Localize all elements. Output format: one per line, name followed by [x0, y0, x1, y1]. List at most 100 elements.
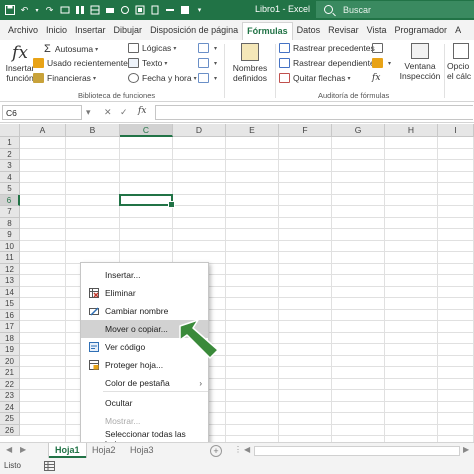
redo-icon[interactable]: ↷	[44, 3, 55, 17]
text-button[interactable]: Texto ▾	[128, 58, 167, 68]
cancel-icon[interactable]: ✕	[104, 107, 112, 118]
error-check-button[interactable]: ▾	[372, 58, 391, 68]
row-header-23[interactable]: 23	[0, 390, 20, 402]
qa-icon-2[interactable]	[74, 3, 85, 17]
row-header-17[interactable]: 17	[0, 321, 20, 333]
sheet-tab-hoja3[interactable]: Hoja3	[124, 443, 160, 458]
tab-revisar[interactable]: Revisar	[324, 25, 363, 40]
menu-item-eliminar[interactable]: Eliminar	[81, 284, 208, 302]
row-header-5[interactable]: 5	[0, 183, 20, 195]
menu-item-color-de-pestaña[interactable]: Color de pestaña ›	[81, 374, 208, 392]
column-header-c[interactable]: C	[120, 124, 173, 137]
column-header-a[interactable]: A	[20, 124, 66, 137]
add-sheet-button[interactable]: +	[210, 445, 222, 457]
row-header-6[interactable]: 6	[0, 194, 20, 206]
row-header-1[interactable]: 1	[0, 137, 20, 149]
tab-archivo[interactable]: Archivo	[4, 25, 42, 40]
macro-record-icon[interactable]	[44, 461, 55, 471]
tab-more[interactable]: A	[451, 25, 465, 40]
trace-dependents-button[interactable]: Rastrear dependientes	[279, 58, 379, 68]
next-sheet-icon[interactable]: ▶	[20, 445, 26, 454]
row-header-15[interactable]: 15	[0, 298, 20, 310]
row-header-12[interactable]: 12	[0, 263, 20, 275]
worksheet-grid[interactable]: A B C D E F G H I 1 2 3 4 5 6 7 8 9 10 11 12 13 14 15 16 17 18 19 20…	[0, 124, 474, 442]
tab-programador[interactable]: Programador	[391, 25, 452, 40]
undo-dropdown-icon[interactable]: ▾	[34, 3, 40, 17]
row-header-20[interactable]: 20	[0, 355, 20, 367]
horizontal-scrollbar[interactable]	[254, 446, 460, 456]
row-header-4[interactable]: 4	[0, 171, 20, 183]
tab-vista[interactable]: Vista	[363, 25, 391, 40]
customize-icon[interactable]: ▾	[194, 3, 205, 17]
column-header-d[interactable]: D	[173, 124, 226, 137]
row-header-3[interactable]: 3	[0, 160, 20, 172]
row-header-11[interactable]: 11	[0, 252, 20, 264]
logical-button[interactable]: Lógicas ▾	[128, 43, 176, 53]
sheet-tab-hoja1[interactable]: Hoja1	[49, 443, 86, 458]
row-header-14[interactable]: 14	[0, 286, 20, 298]
more-functions-button[interactable]: ▾	[198, 73, 217, 83]
prev-sheet-icon[interactable]: ◀	[6, 445, 12, 454]
watch-window-button[interactable]: Ventana Inspección	[398, 43, 442, 81]
column-header-h[interactable]: H	[385, 124, 438, 137]
qa-icon-5[interactable]	[119, 3, 130, 17]
autosum-button[interactable]: Σ Autosuma ▾	[44, 43, 98, 55]
column-header-b[interactable]: B	[66, 124, 120, 137]
tab-formulas[interactable]: Fórmulas	[242, 22, 293, 40]
row-header-2[interactable]: 2	[0, 148, 20, 160]
menu-item-ocultar[interactable]: Ocultar	[81, 394, 208, 412]
datetime-button[interactable]: Fecha y hora ▾	[128, 73, 197, 83]
tab-dibujar[interactable]: Dibujar	[110, 25, 147, 40]
select-all-corner[interactable]	[0, 124, 20, 137]
row-header-22[interactable]: 22	[0, 378, 20, 390]
qa-icon-1[interactable]	[59, 3, 70, 17]
row-header-24[interactable]: 24	[0, 401, 20, 413]
name-box-dropdown-icon[interactable]: ▾	[86, 107, 91, 118]
evaluate-formula-button[interactable]: fx	[372, 73, 380, 83]
row-header-18[interactable]: 18	[0, 332, 20, 344]
recent-button[interactable]: Usado recientemente▾	[33, 58, 133, 68]
qa-icon-9[interactable]	[179, 3, 190, 17]
lookup-button[interactable]: ▾	[198, 43, 217, 53]
row-header-16[interactable]: 16	[0, 309, 20, 321]
name-box[interactable]: C6	[2, 105, 82, 120]
selected-cell-c6[interactable]	[119, 193, 175, 208]
insert-function-icon[interactable]: fx	[138, 106, 146, 116]
financial-button[interactable]: Financieras ▾	[33, 73, 96, 83]
row-header-13[interactable]: 13	[0, 275, 20, 287]
column-header-e[interactable]: E	[226, 124, 279, 137]
qa-icon-6[interactable]	[134, 3, 145, 17]
search-box[interactable]: Buscar	[316, 1, 474, 18]
row-header-26[interactable]: 26	[0, 424, 20, 436]
tab-split-icon[interactable]: ⋮	[234, 445, 242, 454]
column-header-i[interactable]: I	[438, 124, 474, 137]
row-header-7[interactable]: 7	[0, 206, 20, 218]
scroll-left-icon[interactable]: ◀	[244, 445, 250, 454]
scroll-right-icon[interactable]: ▶	[463, 445, 469, 454]
column-header-g[interactable]: G	[332, 124, 385, 137]
calc-options-button[interactable]: Opcio el cálc	[447, 43, 474, 81]
qa-icon-7[interactable]	[149, 3, 160, 17]
enter-icon[interactable]: ✓	[120, 107, 128, 118]
math-button[interactable]: ▾	[198, 58, 217, 68]
tab-inicio[interactable]: Inicio	[42, 25, 71, 40]
tab-datos[interactable]: Datos	[293, 25, 325, 40]
sheet-tab-hoja2[interactable]: Hoja2	[86, 443, 122, 458]
row-header-8[interactable]: 8	[0, 217, 20, 229]
column-header-f[interactable]: F	[279, 124, 332, 137]
row-header-10[interactable]: 10	[0, 240, 20, 252]
row-header-19[interactable]: 19	[0, 344, 20, 356]
defined-names-button[interactable]: Nombres definidos	[228, 43, 272, 83]
row-header-21[interactable]: 21	[0, 367, 20, 379]
qa-icon-8[interactable]	[164, 3, 175, 17]
qa-icon-3[interactable]	[89, 3, 100, 17]
tab-insertar[interactable]: Insertar	[71, 25, 110, 40]
qa-icon-4[interactable]	[104, 3, 115, 17]
show-formulas-button[interactable]	[372, 43, 386, 53]
tab-disposicion[interactable]: Disposición de página	[146, 25, 242, 40]
row-header-25[interactable]: 25	[0, 413, 20, 425]
remove-arrows-button[interactable]: Quitar flechas ▾	[279, 73, 350, 83]
menu-item-insertar[interactable]: Insertar...	[81, 266, 208, 284]
trace-precedents-button[interactable]: Rastrear precedentes	[279, 43, 375, 53]
save-icon[interactable]	[4, 3, 15, 17]
